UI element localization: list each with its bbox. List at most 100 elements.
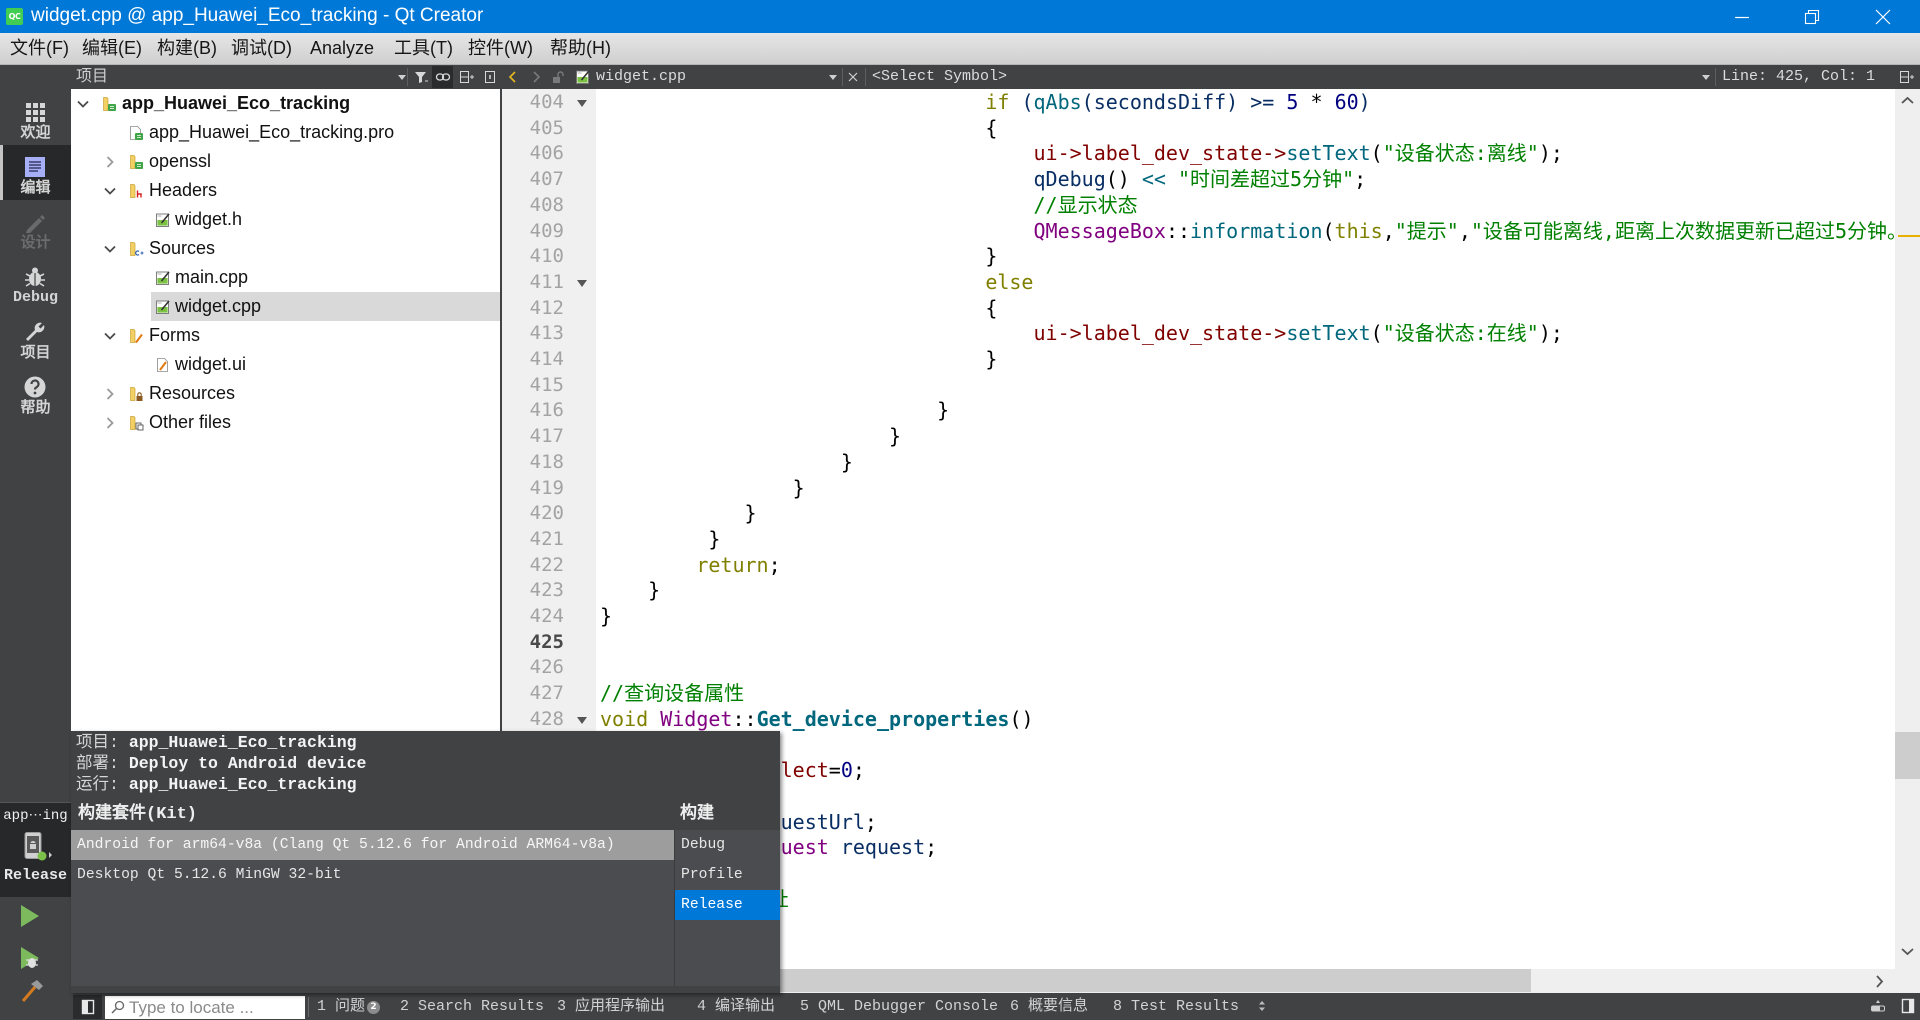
code-line[interactable]: } — [600, 527, 720, 553]
filter-icon[interactable] — [413, 69, 429, 85]
build-option-profile[interactable]: Profile — [675, 860, 780, 890]
chevron-down-icon[interactable] — [98, 241, 122, 257]
menu-edit[interactable]: 编辑(E) — [82, 33, 142, 64]
start-debugging-button[interactable] — [18, 945, 42, 971]
go-back-icon[interactable] — [505, 69, 521, 85]
go-forward-icon[interactable] — [528, 69, 544, 85]
fold-marker-icon[interactable] — [577, 716, 587, 724]
chevron-down-icon[interactable] — [98, 328, 122, 344]
tree-item-headers[interactable]: Headers — [71, 176, 500, 205]
menu-tools[interactable]: 工具(T) — [394, 33, 453, 64]
code-line[interactable]: } — [600, 501, 757, 527]
close-pane-icon[interactable] — [482, 69, 498, 85]
code-line[interactable]: void Widget::Get_device_properties() — [600, 707, 1034, 733]
horizontal-scrollbar[interactable] — [596, 969, 1920, 993]
code-line[interactable]: if (qAbs(secondsDiff) >= 5 * 60) — [600, 90, 1370, 116]
synchronize-with-editor-toggle[interactable] — [432, 66, 453, 88]
close-window-button[interactable] — [1860, 0, 1906, 33]
chevron-down-icon[interactable] — [98, 183, 122, 199]
toggle-left-sidebar-button[interactable] — [73, 995, 102, 1019]
code-line[interactable]: return; — [600, 553, 780, 579]
more-panes-updown-icon[interactable] — [1254, 998, 1270, 1014]
kit-option-desktop[interactable]: Desktop Qt 5.12.6 MinGW 32-bit — [71, 860, 674, 890]
fold-marker-icon[interactable] — [577, 100, 587, 107]
tab-application-output[interactable]: 3 应用程序输出 — [557, 993, 665, 1020]
mode-help[interactable]: 帮助 — [0, 365, 71, 420]
toggle-right-sidebar-icon[interactable] — [1900, 998, 1916, 1014]
tree-item-sources[interactable]: Sources — [71, 234, 500, 263]
tab-search-results[interactable]: 2 Search Results — [400, 993, 544, 1020]
minimize-button[interactable] — [1719, 0, 1765, 33]
code-line[interactable]: qDebug() << "时间差超过5分钟"; — [600, 167, 1366, 193]
tree-item-project-root[interactable]: app_Huawei_Eco_tracking — [71, 89, 500, 118]
scroll-right-icon[interactable] — [1875, 974, 1885, 989]
tree-item-widget-cpp[interactable]: widget.cpp — [71, 292, 500, 321]
mode-debug[interactable]: Debug — [0, 255, 71, 310]
tab-qml-debugger-console[interactable]: 5 QML Debugger Console — [800, 993, 998, 1020]
tab-compile-output[interactable]: 4 编译输出 — [697, 993, 775, 1020]
code-line[interactable]: } — [600, 476, 805, 502]
menu-build[interactable]: 构建(B) — [157, 33, 217, 64]
tree-item-pro-file[interactable]: app_Huawei_Eco_tracking.pro — [71, 118, 500, 147]
code-line[interactable]: //显示状态 — [600, 193, 1137, 219]
code-line[interactable]: else — [600, 270, 1033, 296]
menu-file[interactable]: 文件(F) — [10, 33, 69, 64]
locator-search-input[interactable] — [105, 996, 305, 1019]
progress-details-icon[interactable] — [1870, 998, 1886, 1014]
tree-item-widget-h[interactable]: widget.h — [71, 205, 500, 234]
lock-icon[interactable] — [550, 69, 566, 85]
file-dropdown-icon[interactable] — [825, 69, 841, 85]
tab-test-results[interactable]: 8 Test Results — [1113, 993, 1239, 1020]
mode-projects[interactable]: 项目 — [0, 310, 71, 365]
menu-analyze[interactable]: Analyze — [310, 33, 374, 64]
code-line[interactable]: } — [600, 398, 949, 424]
menu-help[interactable]: 帮助(H) — [550, 33, 611, 64]
tree-item-widget-ui[interactable]: widget.ui — [71, 350, 500, 379]
code-line[interactable]: { — [600, 116, 997, 142]
symbol-selector[interactable]: <Select Symbol> — [872, 65, 1007, 89]
build-option-release[interactable]: Release — [675, 890, 780, 920]
mode-design[interactable]: 设计 — [0, 200, 71, 255]
menu-widgets[interactable]: 控件(W) — [468, 33, 533, 64]
tree-item-resources[interactable]: Resources — [71, 379, 500, 408]
code-line[interactable]: QMessageBox::information(this,"提示","设备可能… — [600, 219, 1895, 245]
scroll-up-icon[interactable] — [1900, 95, 1915, 105]
fold-marker-icon[interactable] — [577, 279, 587, 287]
code-line[interactable]: { — [600, 296, 997, 322]
tree-item-openssl[interactable]: openssl — [71, 147, 500, 176]
split-editor-icon[interactable] — [1899, 69, 1915, 85]
tree-item-main-cpp[interactable]: main.cpp — [71, 263, 500, 292]
run-button[interactable] — [18, 903, 42, 929]
tree-item-other-files[interactable]: Other files — [71, 408, 500, 437]
mode-edit[interactable]: 编辑 — [0, 145, 71, 200]
chevron-right-icon[interactable] — [98, 154, 122, 170]
build-button[interactable] — [20, 977, 44, 1003]
cursor-position[interactable]: Line: 425, Col: 1 — [1722, 65, 1875, 89]
code-line[interactable]: ui->label_dev_state->setText("设备状态:在线"); — [600, 321, 1562, 347]
code-text-area[interactable]: if (qAbs(secondsDiff) >= 5 * 60) { ui->l… — [596, 89, 1895, 969]
code-line[interactable]: ui->label_dev_state->setText("设备状态:离线"); — [600, 141, 1562, 167]
code-line[interactable]: //查询设备属性 — [600, 681, 744, 707]
code-line[interactable]: } — [600, 450, 853, 476]
kit-option-android[interactable]: Android for arm64-v8a (Clang Qt 5.12.6 f… — [71, 830, 674, 860]
chevron-right-icon[interactable] — [98, 415, 122, 431]
current-file-name[interactable]: widget.cpp — [596, 65, 686, 89]
menu-debug[interactable]: 调试(D) — [231, 33, 292, 64]
scroll-down-icon[interactable] — [1900, 947, 1915, 957]
tab-issues[interactable]: 1 问题 2 — [317, 993, 381, 1020]
chevron-right-icon[interactable] — [98, 386, 122, 402]
code-line[interactable]: } — [600, 424, 901, 450]
restore-button[interactable] — [1789, 0, 1835, 33]
symbol-dropdown-icon[interactable] — [1698, 69, 1714, 85]
project-pane-title[interactable]: 项目 — [76, 65, 108, 89]
kit-selector-button[interactable]: app⋯ing Release — [0, 802, 71, 897]
vertical-scrollbar-thumb[interactable] — [1895, 732, 1920, 779]
split-pane-icon[interactable] — [459, 69, 475, 85]
tree-item-forms[interactable]: Forms — [71, 321, 500, 350]
code-line[interactable]: } — [600, 244, 997, 270]
code-line[interactable]: } — [600, 347, 997, 373]
mode-welcome[interactable]: 欢迎 — [0, 90, 71, 145]
code-line[interactable]: } — [600, 578, 660, 604]
close-document-icon[interactable] — [845, 69, 861, 85]
chevron-down-icon[interactable] — [71, 96, 95, 112]
